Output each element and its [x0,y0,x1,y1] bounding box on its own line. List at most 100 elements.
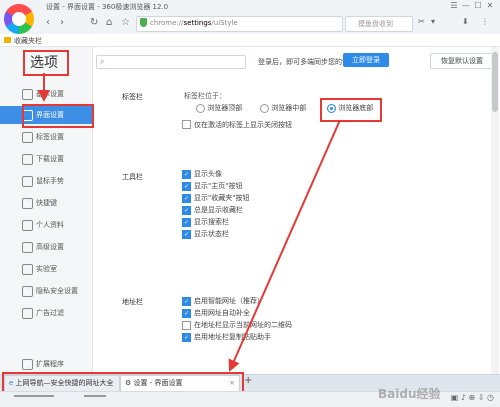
check-icon: ✓ [184,231,190,238]
login-hint: 登录后，即可多端同步您的设置 [258,58,356,66]
forward-icon[interactable]: › [60,17,64,28]
mouse-icon [22,176,33,187]
checkbox[interactable]: ✓ [182,333,191,342]
checkbox-label: 总是显示收藏栏 [194,206,243,214]
checkbox-label: 显示"收藏夹"按钮 [194,194,250,202]
minimize-icon[interactable]: — [460,1,472,10]
checkbox-label: 在地址栏显示当前网址的二维码 [194,321,292,329]
shield-icon [22,286,33,297]
radio-middle[interactable]: 浏览器中部 [260,103,306,113]
checkbox[interactable]: ✓ [182,309,191,318]
sidebar-item-tabs[interactable]: 标签设置 [0,128,92,146]
checkbox-label: 显示状态栏 [194,230,229,238]
close-icon[interactable]: ✕ [484,1,496,10]
scissors-icon[interactable]: ✂ [418,17,425,26]
star-icon[interactable]: ☆ [121,17,130,28]
check-icon: ✓ [184,207,190,214]
tabbar-position-label: 标签栏位于： [184,92,226,100]
restore-defaults-button[interactable]: 恢复默认设置 [430,53,494,69]
check-icon: ✓ [184,334,190,341]
reload-icon[interactable]: ↻ [90,17,98,28]
section-label-tabbar: 标签栏 [122,93,143,101]
checkbox-label: 仅在激活的标签上显示关闭按钮 [194,121,292,129]
extension-icon [22,359,33,370]
maximize-icon[interactable]: ☐ [472,1,484,10]
browser-logo-center [12,12,26,26]
checkbox-label: 启用地址栏复制粘贴助手 [194,333,271,341]
checkbox[interactable]: ✓ [182,297,191,306]
checkbox[interactable]: ✓ [182,206,191,215]
close-button-checkbox[interactable] [182,120,191,129]
sidebar-item-download[interactable]: 下载设置 [0,150,92,168]
watermark: Baidu经验 [378,387,441,401]
sidebar-item-lab[interactable]: 实验室 [0,260,92,278]
radio-top[interactable]: 浏览器顶部 [196,103,242,113]
login-button[interactable]: 立即登录 [343,53,389,67]
annotation-box [23,50,69,76]
block-icon [22,308,33,319]
checkbox-label: 启用智能网址（推荐） [194,297,264,305]
checkbox[interactable]: ✓ [182,218,191,227]
section-label-toolbar: 工具栏 [122,173,143,181]
check-icon: ✓ [184,219,190,226]
checkbox[interactable]: ✓ [182,194,191,203]
window-title: 设置 - 界面设置 - 360极速浏览器 12.0 [46,3,169,11]
gear-icon [22,89,33,100]
settings-search-input[interactable] [96,55,246,69]
bookmarks-bar [0,34,500,47]
new-tab-button[interactable]: + [244,375,252,386]
sidebar-item-basic[interactable]: 基本设置 [0,85,92,103]
status-indicator [84,395,106,397]
sidebar-item-adblock[interactable]: 广告过滤 [0,304,92,322]
home-icon[interactable]: ⌂ [106,17,112,28]
checkbox[interactable] [182,321,191,330]
sidebar-item-mouse[interactable]: 鼠标手势 [0,172,92,190]
lab-icon [22,264,33,275]
search-icon: ⌕ [100,57,105,66]
sidebar-item-shortcuts[interactable]: 快捷键 [0,194,92,212]
status-indicator [14,395,54,397]
check-icon: ✓ [184,183,190,190]
chevron-down-icon[interactable]: ▾ [431,17,435,26]
annotation-box [22,104,94,128]
screenshot-icon[interactable]: ▣ [451,393,459,402]
search-input[interactable]: 摸鱼盘收到 [358,19,393,29]
checkbox-label: 显示头像 [194,170,222,178]
check-icon: ✓ [184,310,190,317]
menu-icon[interactable]: ☰ [448,1,460,10]
download-icon [22,154,33,165]
sidebar-item-extensions[interactable]: 扩展程序 [0,355,92,373]
checkbox-label: 显示"主页"按钮 [194,182,243,190]
keyboard-icon [22,198,33,209]
radio-button[interactable] [260,103,269,113]
sidebar-item-advanced[interactable]: 高级设置 [0,238,92,256]
checkbox[interactable]: ✓ [182,230,191,239]
secure-shield-icon [140,18,147,27]
annotation-box [320,98,382,122]
folder-icon [4,37,11,43]
sound-icon[interactable]: ♪ [461,393,466,402]
checkbox-label: 启用网址自动补全 [194,309,250,317]
user-icon [22,220,33,231]
address-url[interactable]: chrome://settings/uiStyle [150,19,238,27]
scrollbar-thumb[interactable] [492,52,498,112]
sidebar-item-privacy[interactable]: 隐私安全设置 [0,282,92,300]
checkbox[interactable]: ✓ [182,182,191,191]
bookmarks-label[interactable]: 收藏夹栏 [14,36,42,46]
check-icon: ✓ [184,171,190,178]
history-icon[interactable]: ◷ [487,393,494,402]
checkbox[interactable]: ✓ [182,170,191,179]
back-icon[interactable]: ‹ [46,17,50,28]
sidebar-item-profile[interactable]: 个人资料 [0,216,92,234]
check-icon: ✓ [184,195,190,202]
status-icons: ▣ ♪ ⊕ ⇩ ◷ [451,393,494,402]
download-icon[interactable]: ⇩ [478,393,485,402]
window-controls: ☰ — ☐ ✕ [448,1,496,10]
section-label-address: 地址栏 [122,298,143,306]
download-icon[interactable]: ⬇ [462,17,469,26]
zoom-icon[interactable]: ⊕ [469,393,476,402]
tab-icon [22,132,33,143]
radio-button[interactable] [196,103,205,113]
checkbox-label: 显示搜索栏 [194,218,229,226]
more-icon[interactable]: ⋮ [481,17,489,26]
